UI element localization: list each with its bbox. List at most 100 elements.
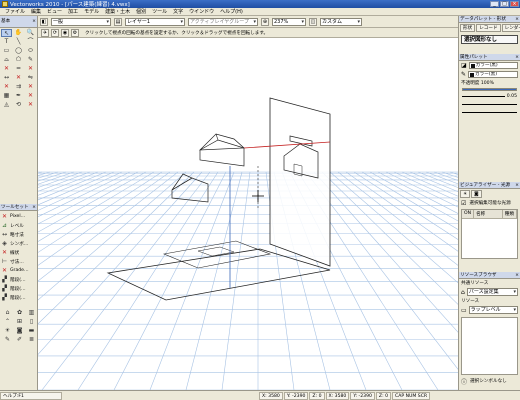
menu-tools[interactable]: ツール — [149, 8, 170, 15]
camera-icon[interactable]: ◙ — [14, 327, 25, 335]
menu-aec[interactable]: 建築・土木 — [102, 8, 133, 15]
tab-record[interactable]: レコード — [476, 24, 501, 32]
settings-icon[interactable]: ⚙ — [71, 28, 79, 37]
home-icon[interactable]: ⌂ — [461, 289, 465, 296]
tab-render[interactable]: レンダー — [501, 24, 520, 32]
wall-icon[interactable]: ▬ — [26, 327, 37, 335]
close-button[interactable]: × — [510, 1, 519, 7]
window-icon[interactable]: ⊞ — [14, 318, 25, 326]
door-icon[interactable]: ▯ — [26, 318, 37, 326]
visualization-checkbox-row[interactable]: ☑ 選択編集可能な光源 — [459, 199, 520, 207]
text-tool-icon[interactable]: T — [1, 38, 12, 46]
dimension-tool-icon[interactable]: ↔ — [1, 74, 12, 82]
line-weight-row[interactable]: 0.05 — [462, 93, 517, 99]
zoom-dropdown[interactable]: 237% — [272, 17, 306, 26]
reshape-tool-icon[interactable]: ✕ — [25, 101, 36, 109]
double-line-tool-icon[interactable]: ═ — [13, 65, 24, 73]
pan-tool-icon[interactable]: ✋ — [13, 29, 24, 37]
close-icon[interactable]: × — [515, 272, 519, 279]
stack-icon[interactable]: ≣ — [26, 336, 37, 344]
3d-rotate-tool-icon[interactable]: ⟲ — [13, 101, 24, 109]
class-icon[interactable]: ◧ — [40, 17, 48, 26]
view-dropdown[interactable]: カスタム — [320, 17, 362, 26]
mirror-tool-icon[interactable]: ⇋ — [25, 74, 36, 82]
light-tab-icon[interactable]: ☀ — [460, 190, 471, 198]
menu-help[interactable]: ヘルプ(H) — [217, 8, 246, 15]
camera-tab-icon[interactable]: ◙ — [471, 190, 482, 198]
split-tool-icon[interactable]: ✕ — [1, 83, 12, 91]
checkbox-icon[interactable]: ☑ — [461, 200, 466, 207]
maximize-button[interactable]: □ — [500, 1, 509, 7]
column-name[interactable]: 名称 — [474, 210, 503, 218]
eye-mode-icon[interactable]: ◉ — [61, 28, 69, 37]
menu-custom[interactable]: 個別 — [133, 8, 149, 15]
pen-dropdown[interactable]: カラー(黒) — [468, 71, 518, 78]
arrow-row[interactable] — [462, 101, 517, 107]
rounded-rect-tool-icon[interactable]: ⌓ — [1, 56, 12, 64]
attribute-tool-icon[interactable]: ✕ — [25, 92, 36, 100]
circle-tool-icon[interactable]: ◯ — [13, 47, 24, 55]
class-dropdown[interactable]: 一般 — [51, 17, 111, 26]
menu-modify[interactable]: 加工 — [65, 8, 81, 15]
column-type[interactable]: 種類 — [503, 210, 517, 218]
drawing-area[interactable] — [38, 38, 458, 390]
fillet-tool-icon[interactable]: ✕ — [25, 83, 36, 91]
tool-set-item[interactable]: ◈ シンボ… — [1, 239, 36, 248]
column-icon[interactable]: ▥ — [26, 309, 37, 317]
close-icon[interactable]: × — [515, 16, 519, 23]
freehand-tool-icon[interactable]: ✎ — [25, 56, 36, 64]
roof-icon[interactable]: ⌃ — [2, 318, 13, 326]
tool-set-item[interactable]: ✕ Grade… — [1, 266, 36, 275]
view-icon[interactable]: ◫ — [309, 17, 317, 26]
tool-set-item[interactable]: ▞ 階段(… — [1, 275, 36, 284]
tab-shape[interactable]: 形状 — [460, 24, 476, 32]
opacity-slider[interactable] — [462, 88, 517, 91]
minimize-button[interactable]: _ — [490, 1, 499, 7]
plant-icon[interactable]: ✿ — [14, 309, 25, 317]
close-icon[interactable]: × — [515, 54, 519, 61]
file-dropdown[interactable]: パース設定集 — [466, 288, 518, 296]
tool-set-item[interactable]: ▞ 階段(… — [1, 284, 36, 293]
oval-tool-icon[interactable]: ⬭ — [25, 47, 36, 55]
menu-view[interactable]: ビュー — [44, 8, 65, 15]
polygon-tool-icon[interactable]: ⬠ — [13, 56, 24, 64]
menu-model[interactable]: モデル — [81, 8, 102, 15]
layer-dropdown[interactable]: レイヤー1 — [125, 17, 185, 26]
line-style-row[interactable] — [462, 109, 517, 115]
close-icon[interactable]: × — [32, 204, 36, 211]
menu-text[interactable]: 文字 — [170, 8, 186, 15]
zoom-icon[interactable]: ⊕ — [261, 17, 269, 26]
tool-set-item[interactable]: ↔ 略寸法 — [1, 230, 36, 239]
resource-dropdown[interactable]: ラップレベル — [468, 306, 518, 314]
render-dropdown[interactable]: アクティブレイヤグループ — [188, 17, 258, 26]
house-icon[interactable]: ⌂ — [2, 309, 13, 317]
trim-tool-icon[interactable]: ✕ — [25, 65, 36, 73]
close-icon[interactable]: × — [515, 182, 519, 189]
resource-list[interactable] — [461, 317, 518, 375]
fill-dropdown[interactable]: カラー(黒) — [468, 62, 518, 69]
hatch-tool-icon[interactable]: ▦ — [1, 92, 12, 100]
close-icon[interactable]: × — [32, 16, 36, 28]
delete-tool-icon[interactable]: ✕ — [1, 65, 12, 73]
tool-set-item[interactable]: ▞ 階段(… — [1, 293, 36, 302]
menu-window[interactable]: ウインドウ — [186, 8, 217, 15]
tool-set-item[interactable]: ✕ 線状 — [1, 248, 36, 257]
menu-file[interactable]: ファイル — [2, 8, 28, 15]
stamp-tool-icon[interactable]: ✕ — [13, 74, 24, 82]
line-tool-icon[interactable]: ╲ — [13, 38, 24, 46]
zoom-tool-icon[interactable]: 🔍 — [25, 29, 36, 37]
arc-tool-icon[interactable]: ⌒ — [25, 38, 36, 46]
brush-icon[interactable]: ✐ — [14, 336, 25, 344]
column-on[interactable]: ON — [462, 210, 475, 218]
offset-tool-icon[interactable]: ⇉ — [13, 83, 24, 91]
3d-viewport[interactable] — [38, 38, 458, 390]
light-icon[interactable]: ☀ — [2, 327, 13, 335]
walkthrough-tool-icon[interactable]: ◬ — [1, 101, 12, 109]
layer-icon[interactable]: ▤ — [114, 17, 122, 26]
flyover-mode-icon[interactable]: ✈ — [41, 28, 49, 37]
rotate-mode-icon[interactable]: ⟳ — [51, 28, 59, 37]
rectangle-tool-icon[interactable]: ▭ — [1, 47, 12, 55]
eyedropper-tool-icon[interactable]: ✒ — [13, 92, 24, 100]
folder-icon[interactable]: ▭ — [461, 307, 467, 314]
pen-icon[interactable]: ✎ — [2, 336, 13, 344]
